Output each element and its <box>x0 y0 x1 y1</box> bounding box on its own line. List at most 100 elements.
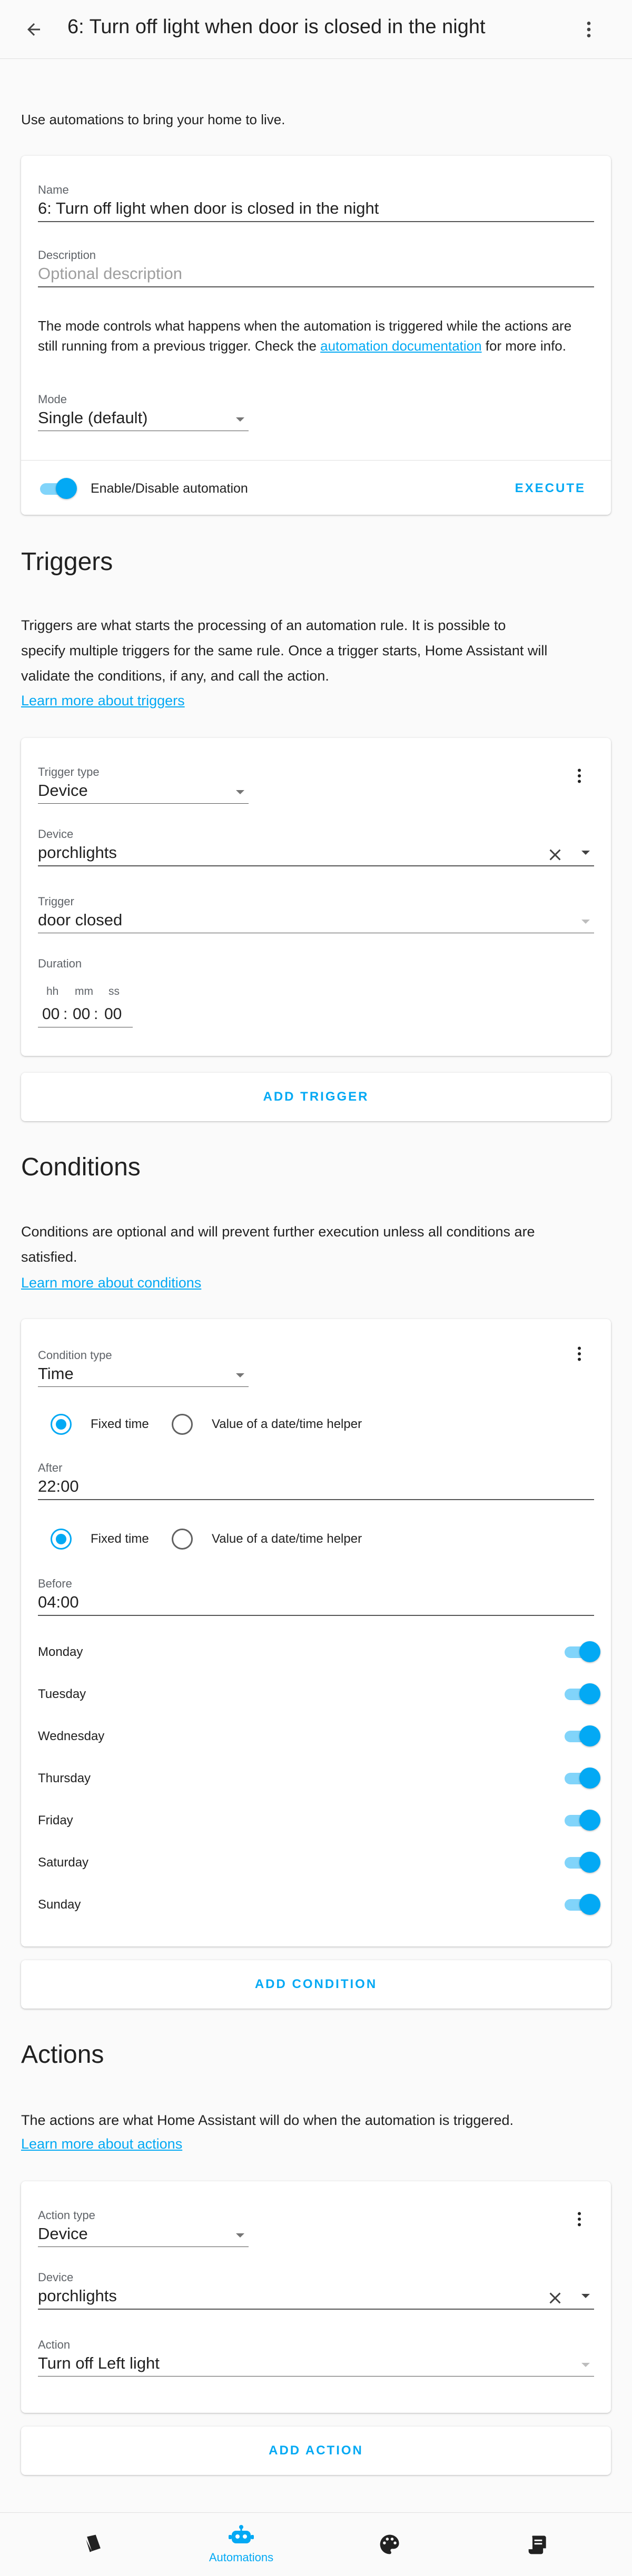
overflow-menu-icon[interactable] <box>574 17 604 42</box>
action-device-input[interactable]: porchlights <box>38 2287 594 2310</box>
description-input[interactable]: Optional description <box>38 264 594 287</box>
automation-documentation-link[interactable]: automation documentation <box>320 338 481 354</box>
trigger-trigger-value[interactable]: door closed <box>38 911 594 933</box>
mode-select[interactable]: Mode Single (default) <box>38 393 249 431</box>
action-type-label: Action type <box>38 2209 95 2222</box>
weekday-toggle-friday[interactable] <box>562 1810 600 1831</box>
nav-item-book[interactable] <box>15 2513 173 2576</box>
weekday-row-saturday: Saturday <box>38 1850 600 1876</box>
action-action-label: Action <box>38 2338 71 2351</box>
add-condition-button[interactable]: ADD CONDITION <box>21 1960 611 2009</box>
radio-selected-icon[interactable] <box>51 1529 72 1550</box>
radio-selected-icon[interactable] <box>51 1414 72 1435</box>
condition-type-value[interactable]: Time <box>38 1364 249 1387</box>
trigger-menu-icon[interactable] <box>569 763 590 788</box>
mode-help-after: for more info. <box>481 338 566 354</box>
book-icon <box>86 2534 101 2552</box>
radio-unselected-icon[interactable] <box>172 1529 193 1550</box>
weekday-toggle-thursday[interactable] <box>562 1768 600 1789</box>
weekday-label: Friday <box>38 1813 73 1828</box>
name-input[interactable]: 6: Turn off light when door is closed in… <box>38 199 594 222</box>
actions-learn-more-link[interactable]: Learn more about actions <box>21 2136 182 2152</box>
colon-separator: : <box>63 1005 68 1023</box>
after-field[interactable]: After 22:00 <box>38 1461 594 1500</box>
trigger-type-select[interactable]: Trigger type Device <box>38 765 249 804</box>
nav-item-themes[interactable] <box>311 2513 469 2576</box>
weekday-row-monday: Monday <box>38 1639 600 1665</box>
weekday-label: Wednesday <box>38 1729 105 1743</box>
description-field[interactable]: Description Optional description <box>38 248 594 287</box>
weekday-label: Monday <box>38 1645 83 1659</box>
automation-details-card: Name 6: Turn off light when door is clos… <box>21 156 611 515</box>
triggers-description: Triggers are what starts the processing … <box>21 617 548 684</box>
bottom-navigation: Automations <box>0 2512 632 2575</box>
weekday-row-sunday: Sunday <box>38 1892 600 1918</box>
radio-unselected-icon[interactable] <box>172 1414 193 1435</box>
mode-label: Mode <box>38 393 67 406</box>
conditions-title: Conditions <box>21 1153 141 1181</box>
triggers-title: Triggers <box>21 548 113 576</box>
after-helper-radio[interactable]: Value of a date/time helper <box>172 1414 362 1435</box>
name-field[interactable]: Name 6: Turn off light when door is clos… <box>38 183 594 222</box>
conditions-description: Conditions are optional and will prevent… <box>21 1224 535 1265</box>
before-field[interactable]: Before 04:00 <box>38 1577 594 1616</box>
trigger-trigger-select[interactable]: Trigger door closed <box>38 895 594 933</box>
chevron-down-icon[interactable] <box>581 851 590 855</box>
chevron-down-icon <box>236 2233 244 2238</box>
hours-value[interactable]: 00 <box>42 1005 60 1023</box>
weekday-toggle-wednesday[interactable] <box>562 1725 600 1746</box>
weekday-row-friday: Friday <box>38 1808 600 1834</box>
action-action-value[interactable]: Turn off Left light <box>38 2354 594 2377</box>
name-label: Name <box>38 183 69 196</box>
add-action-button[interactable]: ADD ACTION <box>21 2427 611 2475</box>
before-helper-radio[interactable]: Value of a date/time helper <box>172 1529 362 1550</box>
before-helper-label: Value of a date/time helper <box>212 1532 362 1546</box>
chevron-down-icon <box>581 920 590 924</box>
clear-icon[interactable] <box>546 845 565 864</box>
intro-text: Use automations to bring your home to li… <box>21 112 285 127</box>
weekday-toggle-saturday[interactable] <box>562 1852 600 1873</box>
enable-label: Enable/Disable automation <box>91 481 248 496</box>
nav-item-automations[interactable]: Automations <box>162 2513 320 2576</box>
trigger-card: Trigger type Device Device porchlights T… <box>21 738 611 1056</box>
robot-icon <box>229 2525 254 2543</box>
action-device-field[interactable]: Device porchlights <box>38 2271 594 2310</box>
trigger-type-label: Trigger type <box>38 765 100 778</box>
before-input[interactable]: 04:00 <box>38 1593 594 1616</box>
weekday-toggle-tuesday[interactable] <box>562 1683 600 1704</box>
minutes-value[interactable]: 00 <box>73 1005 90 1023</box>
mode-value[interactable]: Single (default) <box>38 408 249 431</box>
chevron-down-icon[interactable] <box>581 2294 590 2298</box>
after-fixed-time-radio[interactable]: Fixed time <box>51 1414 149 1435</box>
app-toolbar: 6: Turn off light when door is closed in… <box>0 0 632 59</box>
clear-icon[interactable] <box>546 2289 565 2308</box>
action-type-select[interactable]: Action type Device <box>38 2209 249 2247</box>
condition-type-select[interactable]: Condition type Time <box>38 1349 249 1387</box>
trigger-device-input[interactable]: porchlights <box>38 843 594 866</box>
condition-menu-icon[interactable] <box>569 1341 590 1366</box>
triggers-learn-more-link[interactable]: Learn more about triggers <box>21 693 185 709</box>
nav-item-scripts[interactable] <box>459 2513 617 2576</box>
trigger-type-value[interactable]: Device <box>38 781 249 804</box>
ss-unit-label: ss <box>108 985 120 997</box>
chevron-down-icon <box>581 2363 590 2367</box>
trigger-device-field[interactable]: Device porchlights <box>38 827 594 866</box>
action-menu-icon[interactable] <box>569 2206 590 2232</box>
trigger-device-label: Device <box>38 827 74 841</box>
after-input[interactable]: 22:00 <box>38 1477 594 1500</box>
weekday-toggle-monday[interactable] <box>562 1641 600 1662</box>
enable-toggle[interactable] <box>38 478 77 499</box>
weekday-label: Saturday <box>38 1855 89 1870</box>
back-arrow-icon[interactable] <box>21 17 46 42</box>
conditions-learn-more-link[interactable]: Learn more about conditions <box>21 1275 201 1291</box>
chevron-down-icon <box>236 1373 244 1377</box>
seconds-value[interactable]: 00 <box>104 1005 122 1023</box>
before-fixed-time-radio[interactable]: Fixed time <box>51 1529 149 1550</box>
action-action-select[interactable]: Action Turn off Left light <box>38 2338 594 2377</box>
weekday-label: Tuesday <box>38 1687 86 1701</box>
execute-button[interactable]: EXECUTE <box>515 481 586 496</box>
action-type-value[interactable]: Device <box>38 2224 249 2247</box>
weekday-toggle-sunday[interactable] <box>562 1894 600 1915</box>
add-trigger-button[interactable]: ADD TRIGGER <box>21 1073 611 1121</box>
duration-input[interactable]: hh mm ss 00 : 00 : 00 <box>38 985 133 1033</box>
